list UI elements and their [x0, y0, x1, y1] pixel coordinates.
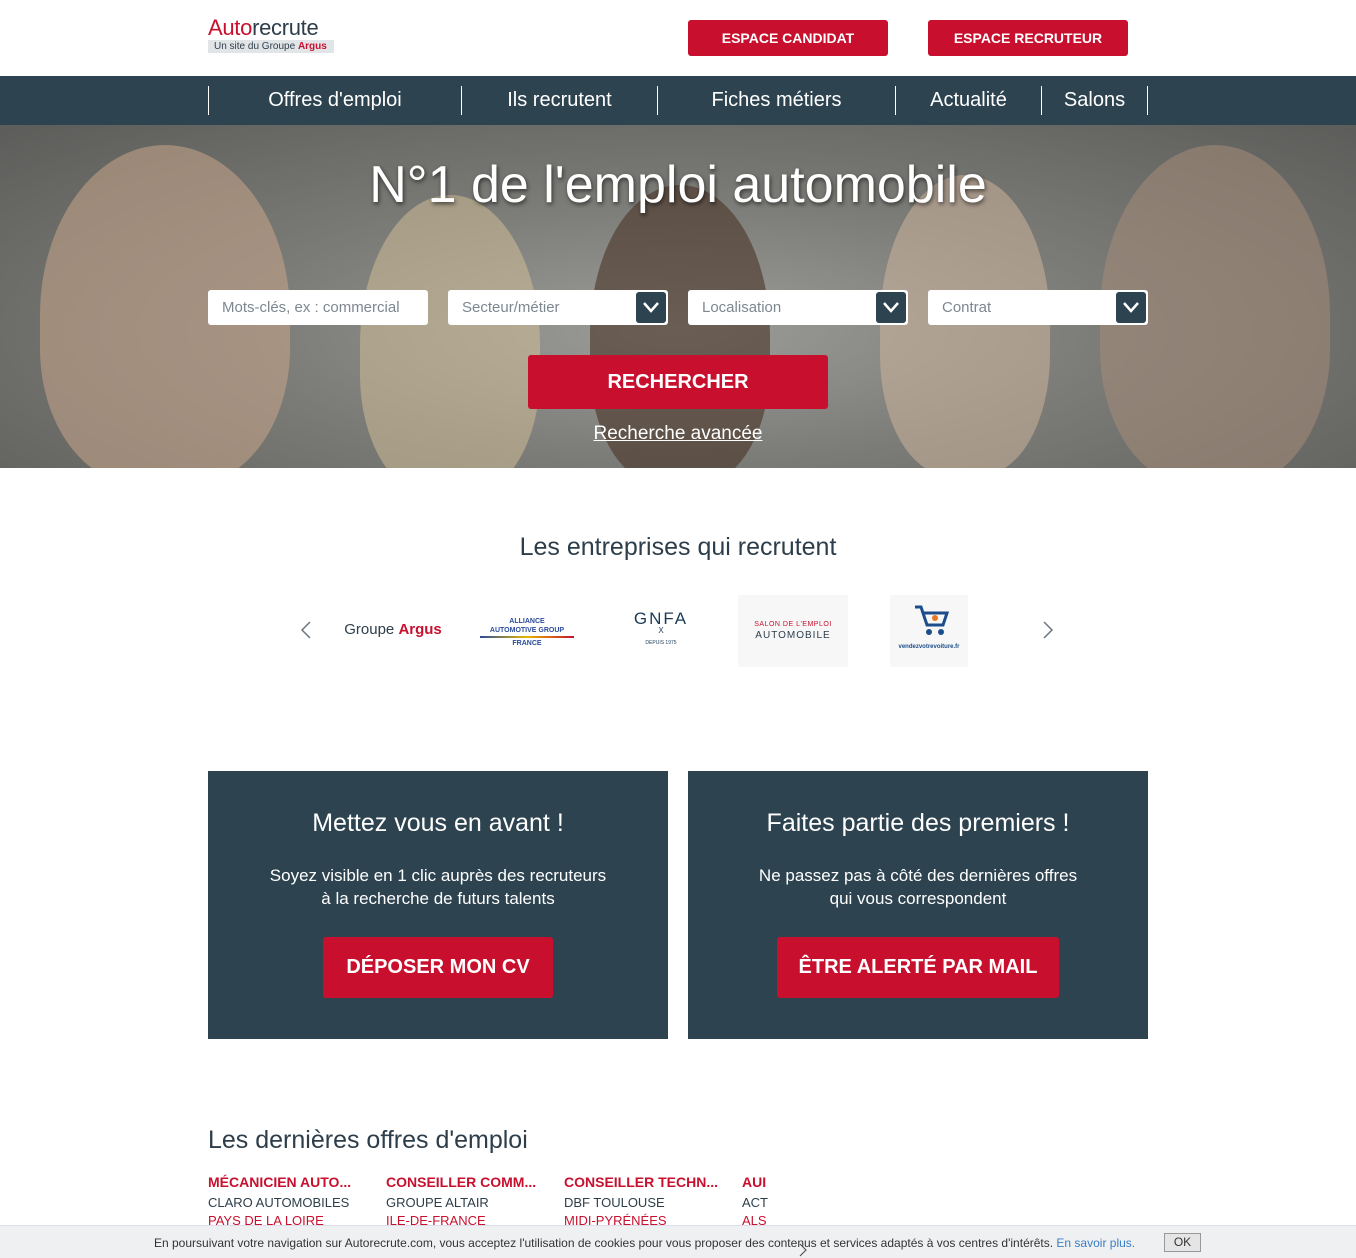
cta-cv-title: Mettez vous en avant !	[312, 809, 564, 837]
cta-alert-text: Ne passez pas à côté des dernières offre…	[758, 866, 1078, 908]
offer-item[interactable]: CONSEILLER TECHN... DBF TOULOUSE MIDI-PY…	[564, 1174, 724, 1228]
espace-recruteur-button[interactable]: ESPACE RECRUTEUR	[928, 20, 1128, 56]
hero-banner: N°1 de l'emploi automobile Mots-clés, ex…	[0, 125, 1356, 468]
espace-candidat-button[interactable]: ESPACE CANDIDAT	[688, 20, 888, 56]
hero-photo-person	[360, 195, 540, 468]
cta-box-cv: Mettez vous en avant ! Soyez visible en …	[208, 771, 668, 1039]
company-logo-alliance[interactable]: ALLIANCE AUTOMOTIVE GROUP FRANCE	[472, 595, 582, 667]
offer-item[interactable]: MÉCANICIEN AUTO... CLARO AUTOMOBILES PAY…	[208, 1174, 368, 1228]
offer-title[interactable]: MÉCANICIEN AUTO...	[208, 1174, 368, 1190]
nav-item-ils-recrutent[interactable]: Ils recrutent	[461, 86, 657, 115]
nav-item-actualite[interactable]: Actualité	[895, 86, 1041, 115]
contrat-select-label: Contrat	[942, 299, 992, 316]
offer-title[interactable]: CONSEILLER TECHN...	[564, 1174, 724, 1190]
autorecrute-logo[interactable]: Autorecrute Un site du Groupe Argus	[208, 16, 338, 53]
offer-title[interactable]: AUI	[742, 1174, 768, 1190]
nav-item-fiches-metiers[interactable]: Fiches métiers	[657, 86, 895, 115]
offer-title[interactable]: CONSEILLER COMM...	[386, 1174, 546, 1190]
cta-box-alert: Faites partie des premiers ! Ne passez p…	[688, 771, 1148, 1039]
offer-company: CLARO AUTOMOBILES	[208, 1195, 350, 1210]
company-logo-gnfa[interactable]: GNFA X DEPUIS 1975	[614, 595, 708, 667]
site-header: Autorecrute Un site du Groupe Argus ESPA…	[0, 0, 1356, 76]
hero-title: N°1 de l'emploi automobile	[369, 156, 987, 214]
companies-section-title: Les entreprises qui recrutent	[519, 533, 837, 561]
cookie-banner: En poursuivant votre navigation sur Auto…	[0, 1225, 1356, 1258]
offer-item[interactable]: AUI ACT ALS	[742, 1174, 768, 1228]
offer-item[interactable]: CONSEILLER COMM... GROUPE ALTAIR ILE-DE-…	[386, 1174, 546, 1228]
carousel-next-icon[interactable]	[1042, 620, 1054, 646]
keywords-input[interactable]: Mots-clés, ex : commercial	[208, 290, 428, 325]
localisation-select[interactable]: Localisation	[688, 290, 908, 325]
offer-company: GROUPE ALTAIR	[386, 1195, 489, 1210]
contrat-select[interactable]: Contrat	[928, 290, 1148, 325]
cta-alert-title: Faites partie des premiers !	[766, 809, 1070, 837]
main-nav: Offres d'emploi Ils recrutent Fiches mét…	[0, 76, 1356, 125]
carousel-prev-icon[interactable]	[300, 620, 312, 646]
chevron-down-icon	[876, 292, 906, 323]
alliance-logo-text: ALLIANCE AUTOMOTIVE GROUP FRANCE	[472, 617, 582, 648]
offers-section-title: Les dernières offres d'emploi	[208, 1126, 528, 1154]
nav-item-salons[interactable]: Salons	[1041, 86, 1148, 115]
company-logo-salon-emploi[interactable]: SALON DE L'EMPLOI AUTOMOBILE	[738, 595, 848, 667]
company-logo-vendezvotrevoiture[interactable]: vendezvotrevoiture.fr	[890, 595, 968, 667]
cookie-more-link[interactable]: En savoir plus.	[1056, 1236, 1135, 1250]
cta-cv-text: Soyez visible en 1 clic auprès des recru…	[269, 866, 607, 908]
chevron-down-icon	[1116, 292, 1146, 323]
shopping-cart-icon	[890, 601, 968, 644]
deposer-cv-button[interactable]: DÉPOSER MON CV	[323, 937, 553, 998]
nav-item-offres[interactable]: Offres d'emploi	[208, 86, 461, 115]
chevron-right-icon[interactable]	[799, 1243, 807, 1258]
advanced-search-link[interactable]: Recherche avancée	[528, 423, 828, 445]
company-logo-groupe-argus[interactable]: Groupe Argus	[336, 595, 450, 667]
cookie-ok-button[interactable]: OK	[1164, 1233, 1201, 1252]
secteur-select-label: Secteur/métier	[462, 299, 560, 316]
localisation-select-label: Localisation	[702, 299, 782, 316]
logo-wordmark: Autorecrute	[208, 15, 319, 40]
cookie-text: En poursuivant votre navigation sur Auto…	[154, 1236, 1136, 1250]
logo-tagline: Un site du Groupe Argus	[208, 40, 334, 53]
salon-logo-text: SALON DE L'EMPLOI AUTOMOBILE	[754, 621, 832, 641]
groupe-argus-logo-text: Groupe Argus	[344, 621, 442, 638]
chevron-down-icon	[636, 292, 666, 323]
search-button[interactable]: RECHERCHER	[528, 355, 828, 409]
offer-company: DBF TOULOUSE	[564, 1195, 665, 1210]
vendez-logo-text: vendezvotrevoiture.fr	[898, 644, 960, 650]
secteur-select[interactable]: Secteur/métier	[448, 290, 668, 325]
gnfa-logo-text: GNFA X DEPUIS 1975	[633, 609, 689, 646]
offer-company: ACT	[742, 1195, 768, 1210]
alerte-mail-button[interactable]: ÊTRE ALERTÉ PAR MAIL	[777, 937, 1059, 998]
